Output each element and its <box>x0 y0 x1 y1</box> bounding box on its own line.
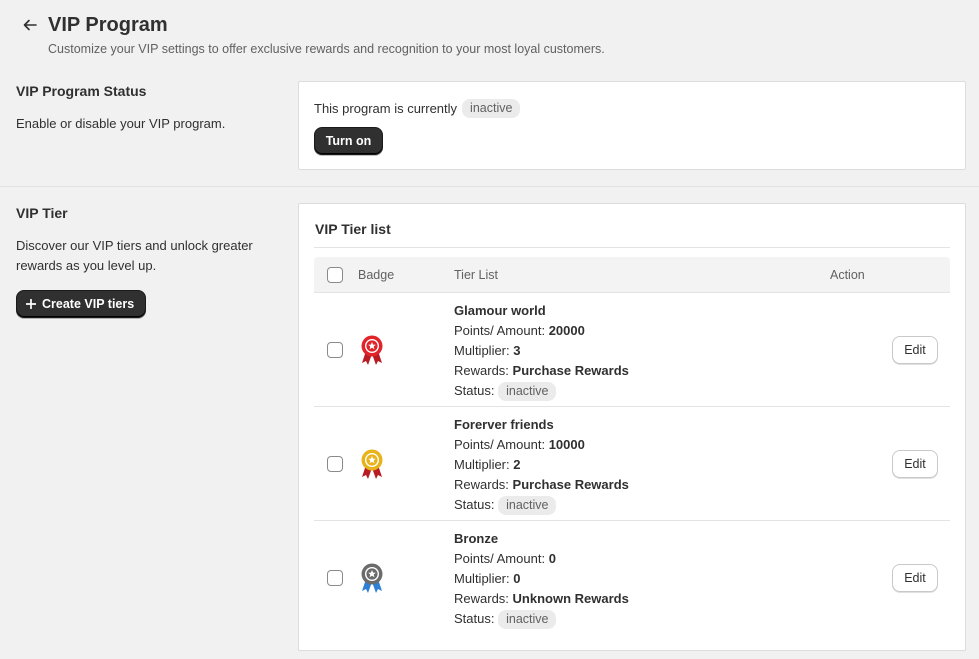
page-title: VIP Program <box>48 14 168 36</box>
rewards-label: Rewards: <box>454 591 509 606</box>
tier-multiplier: Multiplier: 2 <box>454 455 629 475</box>
tier-points: Points/ Amount: 20000 <box>454 321 629 341</box>
edit-button[interactable]: Edit <box>892 449 938 478</box>
table-header: Badge Tier List Action <box>314 257 950 293</box>
status-label: Status: <box>454 383 495 398</box>
tier-section-intro: VIP Tier Discover our VIP tiers and unlo… <box>16 205 281 318</box>
status-section-heading: VIP Program Status <box>16 83 147 99</box>
tier-points: Points/ Amount: 0 <box>454 549 629 569</box>
page-header: VIP Program Customize your VIP settings … <box>20 12 959 56</box>
multiplier-label: Multiplier: <box>454 457 510 472</box>
rewards-value: Purchase Rewards <box>512 363 629 378</box>
rewards-value: Unknown Rewards <box>512 591 629 606</box>
table-row: Forerver friends Points/ Amount: 10000 M… <box>314 407 950 521</box>
multiplier-label: Multiplier: <box>454 571 510 586</box>
status-text: This program is currently <box>314 101 458 116</box>
tier-list-title: VIP Tier list <box>315 221 391 237</box>
title-divider <box>314 247 950 248</box>
status-badge: inactive <box>498 382 557 401</box>
create-vip-tiers-button[interactable]: Create VIP tiers <box>16 290 147 318</box>
status-badge: inactive <box>498 610 557 629</box>
multiplier-label: Multiplier: <box>454 343 510 358</box>
tier-status: Status: inactive <box>454 495 629 515</box>
tier-status: Status: inactive <box>454 609 629 629</box>
tier-rewards: Rewards: Purchase Rewards <box>454 361 629 381</box>
status-badge: inactive <box>462 99 521 118</box>
multiplier-value: 3 <box>513 343 521 358</box>
tier-rewards: Rewards: Unknown Rewards <box>454 589 629 609</box>
page-subtitle: Customize your VIP settings to offer exc… <box>48 42 605 56</box>
tier-name: Glamour world <box>454 303 546 318</box>
status-badge: inactive <box>498 496 557 515</box>
edit-button[interactable]: Edit <box>892 564 938 592</box>
status-label: Status: <box>454 611 495 626</box>
row-checkbox[interactable] <box>327 341 343 358</box>
tier-info: Glamour world Points/ Amount: 20000 Mult… <box>454 301 629 401</box>
tier-name: Forerver friends <box>454 417 554 432</box>
gray-medal-icon <box>358 562 386 594</box>
tier-section-heading: VIP Tier <box>16 205 68 221</box>
rewards-label: Rewards: <box>454 477 509 492</box>
status-section-intro: VIP Program Status Enable or disable you… <box>16 83 281 134</box>
table-row: Glamour world Points/ Amount: 20000 Mult… <box>314 293 950 407</box>
status-card: This program is currently inactive Turn … <box>298 81 966 170</box>
multiplier-value: 0 <box>513 571 521 586</box>
tier-rewards: Rewards: Purchase Rewards <box>454 475 629 495</box>
tier-status: Status: inactive <box>454 381 629 401</box>
multiplier-value: 2 <box>513 457 521 472</box>
row-checkbox[interactable] <box>327 455 343 472</box>
tier-name: Bronze <box>454 531 499 546</box>
points-label: Points/ Amount: <box>454 323 546 338</box>
points-label: Points/ Amount: <box>454 551 546 566</box>
create-vip-tiers-label: Create VIP tiers <box>42 297 135 311</box>
status-line: This program is currently inactive <box>314 99 521 118</box>
gold-medal-icon <box>358 448 386 480</box>
tier-multiplier: Multiplier: 3 <box>454 341 629 361</box>
points-value: 0 <box>548 551 556 566</box>
tier-section-description: Discover our VIP tiers and unlock greate… <box>16 238 253 273</box>
turn-on-button[interactable]: Turn on <box>314 127 383 155</box>
status-section-description: Enable or disable your VIP program. <box>16 116 226 131</box>
plus-icon <box>26 299 36 309</box>
section-divider <box>0 186 979 187</box>
rewards-label: Rewards: <box>454 363 509 378</box>
tier-info: Forerver friends Points/ Amount: 10000 M… <box>454 415 629 515</box>
column-header-badge: Badge <box>358 267 395 282</box>
status-label: Status: <box>454 497 495 512</box>
rewards-value: Purchase Rewards <box>512 477 629 492</box>
select-all-checkbox[interactable] <box>327 266 343 283</box>
row-checkbox[interactable] <box>327 570 343 586</box>
back-arrow-icon[interactable] <box>20 13 40 37</box>
tier-list-card: VIP Tier list Badge Tier List Action Gla… <box>298 203 966 651</box>
tier-points: Points/ Amount: 10000 <box>454 435 629 455</box>
points-value: 10000 <box>548 437 585 452</box>
tier-multiplier: Multiplier: 0 <box>454 569 629 589</box>
tier-info: Bronze Points/ Amount: 0 Multiplier: 0 R… <box>454 529 629 629</box>
edit-button[interactable]: Edit <box>892 335 938 364</box>
red-medal-icon <box>358 334 386 366</box>
table-row: Bronze Points/ Amount: 0 Multiplier: 0 R… <box>314 521 950 635</box>
column-header-tier-list: Tier List <box>454 267 498 282</box>
points-label: Points/ Amount: <box>454 437 546 452</box>
points-value: 20000 <box>548 323 585 338</box>
column-header-action: Action <box>830 267 865 282</box>
